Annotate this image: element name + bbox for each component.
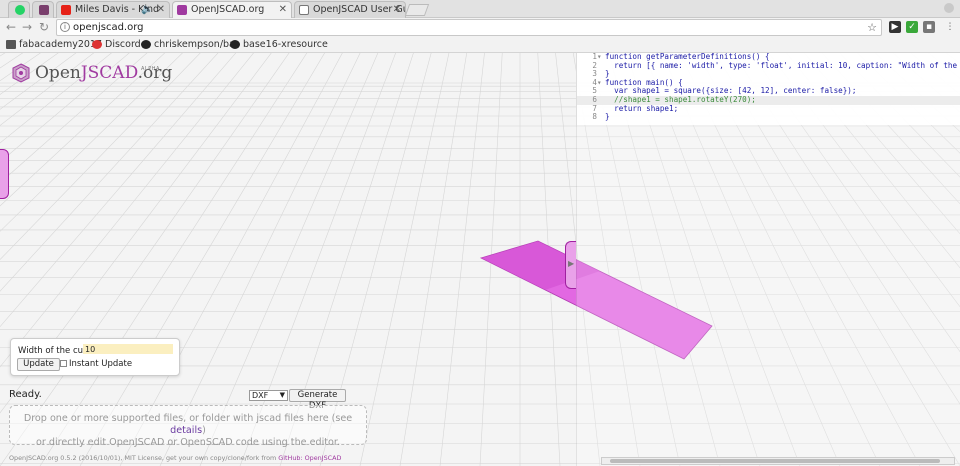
youtube-icon — [61, 5, 71, 15]
menu-icon[interactable]: ⋮ — [944, 21, 956, 33]
scrollbar-thumb[interactable] — [610, 459, 940, 463]
whatsapp-icon — [15, 5, 25, 15]
footer-text: OpenJSCAD.org 0.5.2 (2016/10/01), MIT Li… — [9, 454, 342, 462]
fold-icon[interactable]: ▾ — [597, 53, 602, 62]
extension-icon[interactable]: ▪ — [923, 21, 935, 33]
menu-toggle-handle[interactable] — [0, 149, 9, 199]
back-icon[interactable]: ← — [4, 20, 18, 34]
address-bar[interactable]: i openjscad.org ☆ — [56, 19, 882, 36]
extension-icon[interactable]: ▶ — [889, 21, 901, 33]
line-number: 6 — [592, 94, 597, 104]
star-icon[interactable]: ☆ — [867, 20, 877, 35]
tab-app[interactable] — [32, 1, 54, 18]
file-drop-zone[interactable]: Drop one or more supported files, or fol… — [9, 405, 367, 448]
generate-dxf-button[interactable]: Generate DXF — [289, 389, 346, 411]
code-text: } — [605, 112, 610, 122]
update-button[interactable]: Update — [17, 358, 60, 371]
extension-check-icon[interactable]: ✓ — [906, 21, 918, 33]
discord-icon — [92, 40, 102, 49]
bookmark-label: chriskempson/ba: — [154, 39, 239, 50]
format-value: DXF — [252, 391, 269, 400]
bookmark-base16[interactable]: base16-xresource — [230, 39, 328, 51]
openjscad-logo-icon — [12, 63, 30, 83]
line-number: 2 — [592, 60, 597, 70]
width-input[interactable] — [83, 344, 173, 354]
tab-openjscad[interactable]: OpenJSCAD.org ✕ — [172, 1, 292, 18]
drop-text-line1: Drop one or more supported files, or fol… — [23, 413, 353, 436]
fold-icon[interactable]: ▾ — [597, 78, 602, 88]
editor-toggle-handle[interactable]: ▶ — [565, 241, 576, 289]
code-editor[interactable]: 1 ▾ function getParameterDefinitions() {2 … — [576, 53, 960, 125]
instant-update-label: Instant Update — [69, 359, 133, 369]
github-icon — [141, 40, 151, 49]
details-link[interactable]: details — [170, 425, 202, 436]
editor-pane — [576, 125, 960, 466]
tab-miles-davis[interactable]: Miles Davis - Kind 🔈 ✕ — [56, 1, 170, 18]
forward-icon[interactable]: → — [20, 20, 34, 34]
url-text: openjscad.org — [73, 22, 144, 33]
info-icon[interactable]: i — [60, 22, 70, 32]
github-link[interactable]: GitHub: OpenJSCAD — [278, 454, 341, 462]
drop-text-line2: or directly edit OpenJSCAD or OpenSCAD c… — [35, 437, 340, 448]
bookmark-label: fabacademy2017 — [19, 39, 102, 50]
tab-whatsapp[interactable] — [8, 1, 30, 18]
chevron-right-icon: ▶ — [568, 259, 575, 268]
folder-icon — [6, 40, 16, 49]
bookmarks-bar: fabacademy2017 Discord chriskempson/ba: … — [0, 38, 960, 53]
tab-user-guide[interactable]: OpenJSCAD User Gu ✕ — [294, 1, 406, 18]
instant-update-checkbox[interactable] — [60, 360, 67, 367]
new-tab-button[interactable] — [404, 4, 430, 16]
code-text: return shape1; — [605, 103, 679, 113]
close-icon[interactable]: ✕ — [279, 2, 287, 18]
reload-icon[interactable]: ↻ — [37, 20, 51, 34]
status-text: Ready. — [9, 389, 42, 400]
code-line[interactable]: 8} — [577, 113, 960, 122]
close-icon[interactable]: ✕ — [393, 2, 401, 18]
openjscad-icon — [177, 5, 187, 15]
parameters-panel: Width of the cube: Update Instant Update — [10, 338, 180, 376]
format-select[interactable]: DXF ▼ — [249, 390, 288, 401]
bookmark-label: base16-xresource — [243, 39, 328, 50]
chevron-down-icon: ▼ — [279, 391, 285, 399]
audio-icon: 🔈 ✕ — [140, 4, 165, 15]
window-control-icon[interactable] — [944, 3, 954, 13]
logo-alpha-badge: ALPHA — [141, 66, 160, 72]
line-number: 5 — [592, 86, 597, 96]
tab-bar: Miles Davis - Kind 🔈 ✕ OpenJSCAD.org ✕ O… — [0, 0, 960, 18]
code-text: return [{ name: 'width', type: 'float', … — [605, 60, 960, 70]
code-line[interactable]: 2 return [{ name: 'width', type: 'float'… — [577, 60, 960, 71]
bookmark-label: Discord — [105, 39, 141, 50]
wiki-icon — [299, 5, 309, 15]
github-icon — [230, 40, 240, 49]
editor-horizontal-scrollbar[interactable] — [601, 457, 955, 465]
app-icon — [39, 5, 49, 15]
bookmark-discord[interactable]: Discord — [92, 39, 141, 51]
line-number: 7 — [592, 103, 597, 113]
bookmark-fabacademy[interactable]: fabacademy2017 — [6, 39, 102, 51]
line-number: 8 — [592, 112, 597, 122]
tab-title: OpenJSCAD.org — [191, 4, 265, 15]
bookmark-chriskempson[interactable]: chriskempson/ba: — [141, 39, 238, 51]
browser-toolbar: ← → ↻ i openjscad.org ☆ ▶ ✓ ▪ ⋮ — [0, 18, 960, 38]
code-line[interactable]: 7 return shape1; — [577, 103, 960, 114]
3d-viewer[interactable]: OpenJSCAD.org ALPHA 1 ▾ function getParame… — [0, 53, 960, 466]
